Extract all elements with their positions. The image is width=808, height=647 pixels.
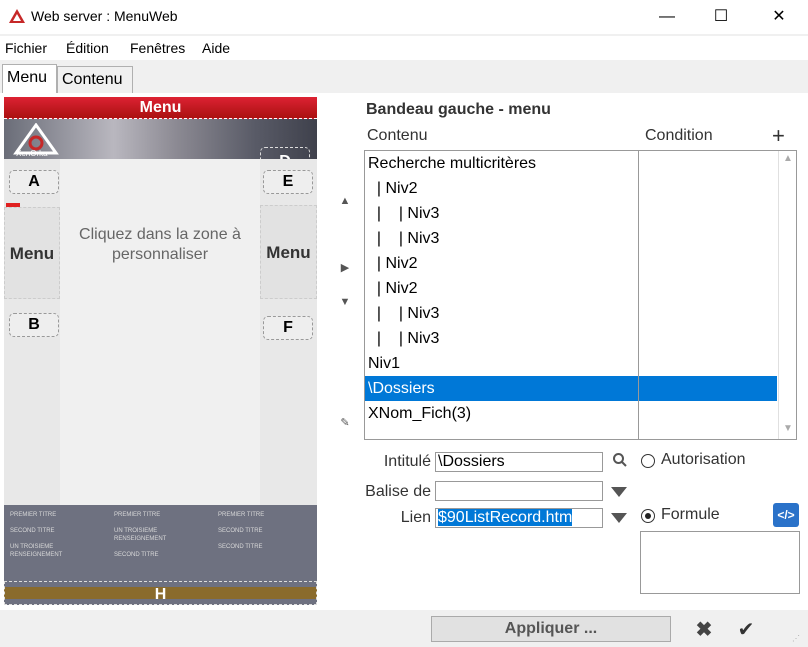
section-title: Bandeau gauche - menu (366, 101, 551, 118)
zone-h[interactable]: H (4, 581, 317, 605)
formula-textarea[interactable] (640, 531, 800, 594)
move-down-icon[interactable]: ▼ (335, 292, 355, 312)
tab-menu[interactable]: Menu (2, 64, 57, 94)
list-scrollbar[interactable]: ▲ ▼ (778, 151, 796, 439)
list-item[interactable]: Niv1 (365, 351, 777, 376)
zone-e[interactable]: E (263, 170, 313, 194)
footer-column: PREMIER TITRE UN TROISIEME RENSEIGNEMENT… (114, 511, 210, 559)
center-hint: Cliquez dans la zone à personnaliser (79, 226, 241, 263)
preview-header[interactable]: Menu (4, 97, 317, 119)
balise-input[interactable] (435, 481, 603, 501)
formule-radio[interactable] (641, 509, 655, 523)
footer-text: UN TROISIEME RENSEIGNEMENT (114, 528, 167, 542)
footer-text: SECOND TITRE (218, 528, 263, 534)
autorisation-label[interactable]: Autorisation (661, 451, 746, 469)
list-item[interactable]: XNom_Fich(3) (365, 401, 777, 426)
list-item[interactable]: | Niv2 (365, 276, 777, 301)
apply-button[interactable]: Appliquer ... (431, 616, 671, 642)
dropdown-arrow-icon[interactable] (610, 485, 628, 499)
search-icon[interactable] (612, 452, 628, 473)
zone-a[interactable]: A (9, 170, 59, 194)
intitule-label: Intitulé (383, 453, 431, 470)
ok-icon[interactable]: ✔ (733, 617, 759, 643)
bottom-bar: Appliquer ... ✖ ✔ ⋰ (0, 610, 808, 647)
window-title: Web server : MenuWeb (31, 8, 178, 24)
footer-text: SECOND TITRE (10, 528, 55, 534)
list-item[interactable]: Recherche multicritères (365, 151, 777, 176)
maximize-button[interactable]: ☐ (698, 0, 744, 34)
balise-label: Balise de (365, 483, 431, 500)
lien-input[interactable]: $90ListRecord.htm (435, 508, 603, 528)
lien-value: $90ListRecord.htm (438, 509, 573, 526)
zone-f[interactable]: F (263, 316, 313, 340)
menu-items-list[interactable]: Recherche multicritères | Niv2 | | Niv3 … (364, 150, 797, 440)
main-content: Menu XenOrka D A E ➡ Menu Menu Cliquez d… (0, 93, 808, 610)
footer-column: PREMIER TITRE SECOND TITRE UN TROISIEME … (10, 511, 106, 559)
list-item[interactable]: | Niv2 (365, 176, 777, 201)
preview-banner[interactable]: XenOrka D (4, 119, 317, 177)
right-menu-zone[interactable]: Menu (260, 205, 317, 299)
scroll-down-icon[interactable]: ▼ (779, 423, 796, 437)
menu-fichier[interactable]: Fichier (5, 40, 47, 56)
list-item[interactable]: | | Niv3 (365, 301, 777, 326)
center-zone[interactable] (60, 159, 260, 505)
resize-grip-icon[interactable]: ⋰ (792, 634, 804, 644)
menu-bar: Fichier Édition Fenêtres Aide (0, 36, 808, 60)
app-logo-icon (9, 9, 25, 23)
scroll-up-icon[interactable]: ▲ (779, 153, 796, 167)
menu-aide[interactable]: Aide (202, 40, 230, 56)
menu-fenetres[interactable]: Fenêtres (130, 40, 185, 56)
move-up-icon[interactable]: ▲ (335, 191, 355, 211)
footer-text: UN TROISIEME RENSEIGNEMENT (10, 544, 63, 558)
eraser-icon[interactable]: ✎ (335, 413, 355, 433)
footer-text: PREMIER TITRE (114, 512, 161, 518)
indent-right-icon[interactable]: ▶ (335, 258, 355, 278)
menu-edition[interactable]: Édition (66, 40, 109, 56)
list-item[interactable]: | | Niv3 (365, 326, 777, 351)
logo-text: XenOrka (16, 149, 48, 158)
column-header-condition: Condition (645, 127, 713, 144)
lien-label: Lien (400, 509, 431, 526)
list-item-selected[interactable]: \Dossiers (365, 376, 777, 401)
minimize-button[interactable]: — (644, 0, 690, 34)
footer-text: SECOND TITRE (114, 552, 159, 558)
column-divider (638, 151, 639, 439)
tab-contenu[interactable]: Contenu (57, 66, 133, 94)
add-button[interactable]: + (772, 123, 785, 149)
autorisation-radio[interactable] (641, 454, 655, 468)
footer-text: PREMIER TITRE (10, 512, 57, 518)
layout-preview[interactable]: Menu XenOrka D A E ➡ Menu Menu Cliquez d… (4, 97, 317, 605)
preview-footer[interactable]: PREMIER TITRE SECOND TITRE UN TROISIEME … (4, 505, 317, 605)
title-bar: Web server : MenuWeb — ☐ ✕ (0, 0, 808, 34)
footer-text: PREMIER TITRE (218, 512, 265, 518)
list-item[interactable]: | | Niv3 (365, 226, 777, 251)
intitule-input[interactable]: \Dossiers (435, 452, 603, 472)
footer-column: PREMIER TITRE SECOND TITRE SECOND TITRE (218, 511, 314, 551)
close-button[interactable]: ✕ (756, 0, 802, 34)
zone-b[interactable]: B (9, 313, 59, 337)
footer-text: SECOND TITRE (218, 544, 263, 550)
code-editor-button[interactable]: </> (773, 503, 799, 527)
formule-label[interactable]: Formule (661, 506, 720, 524)
column-header-contenu: Contenu (367, 127, 428, 144)
list-item[interactable]: | | Niv3 (365, 201, 777, 226)
dropdown-arrow-icon[interactable] (610, 511, 628, 525)
left-menu-zone[interactable]: Menu (4, 207, 60, 299)
cancel-icon[interactable]: ✖ (691, 617, 717, 643)
list-item[interactable]: | Niv2 (365, 251, 777, 276)
